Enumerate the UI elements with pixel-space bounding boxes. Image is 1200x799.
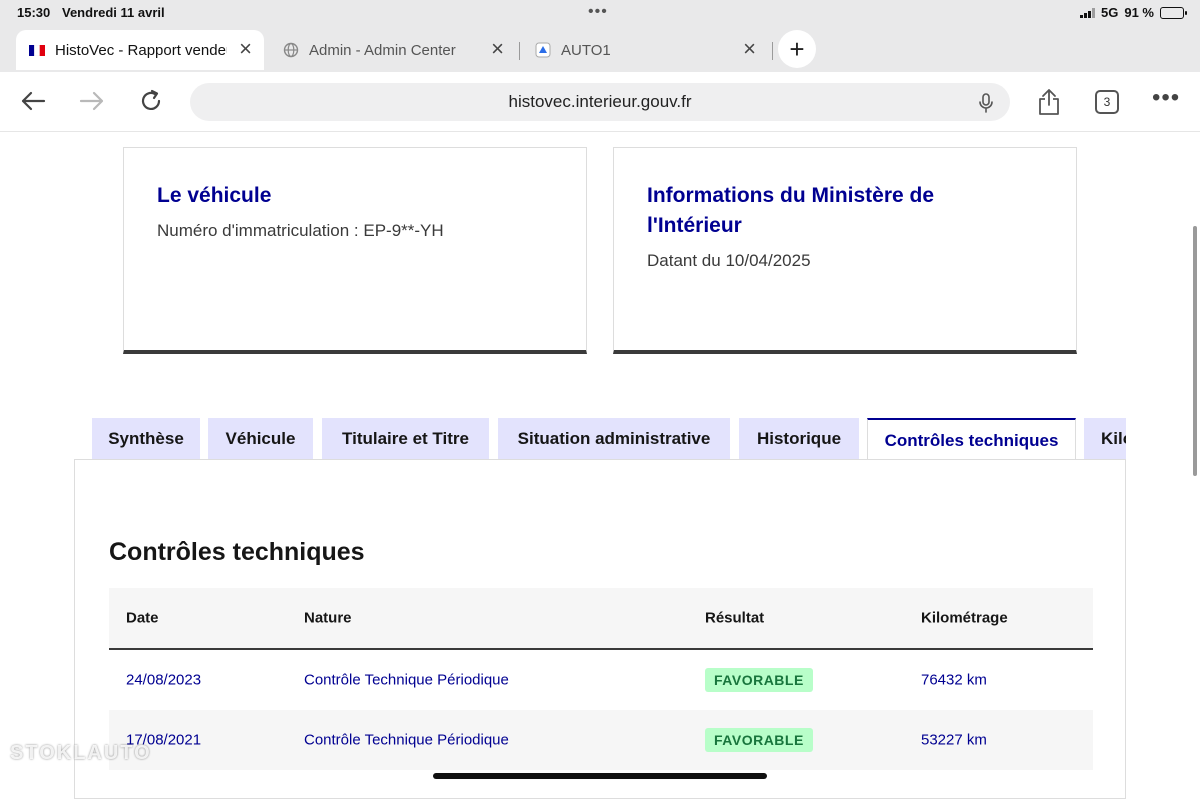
- tab-titulaire[interactable]: Titulaire et Titre: [322, 418, 489, 460]
- registration-number: Numéro d'immatriculation : EP-9**-YH: [157, 221, 444, 240]
- close-tab-icon[interactable]: ×: [239, 38, 252, 60]
- row-mileage: 53227 km: [921, 731, 987, 749]
- vehicle-card-title: Le véhicule: [157, 184, 272, 207]
- tab-vehicule[interactable]: Véhicule: [208, 418, 313, 460]
- ministry-card-title-line1: Informations du Ministère de: [647, 184, 935, 207]
- reload-icon: [141, 89, 161, 110]
- globe-icon: [282, 41, 300, 59]
- ministry-card: Informations du Ministère de l'Intérieur…: [613, 147, 1077, 354]
- header-result: Résultat: [705, 609, 765, 627]
- tab-kilometrage[interactable]: Kilo: [1084, 418, 1126, 460]
- browser-tab-title: Admin - Admin Center: [309, 41, 456, 59]
- tab-historique[interactable]: Historique: [739, 418, 859, 460]
- table-row: 24/08/2023 Contrôle Technique Périodique…: [109, 650, 1093, 710]
- header-date: Date: [126, 609, 159, 627]
- battery-label: 91 %: [1124, 5, 1154, 20]
- close-tab-icon[interactable]: ×: [491, 38, 504, 60]
- status-bar: 15:30 Vendredi 11 avril ••• 5G 91 %: [0, 0, 1200, 26]
- address-bar[interactable]: histovec.interieur.gouv.fr: [190, 83, 1010, 121]
- tab-synthese[interactable]: Synthèse: [92, 418, 200, 460]
- header-mileage: Kilométrage: [921, 609, 1008, 627]
- watermark: STOKLAUTO: [10, 742, 152, 764]
- browser-tab-auto1[interactable]: AUTO1 ×: [522, 30, 768, 70]
- close-tab-icon[interactable]: ×: [743, 38, 756, 60]
- browser-tab-strip: HistoVec - Rapport vendeur × Admin - Adm…: [0, 26, 1200, 72]
- ministry-card-title-line2: l'Intérieur: [647, 214, 742, 237]
- share-button[interactable]: [1037, 88, 1061, 121]
- arrow-right-icon: [79, 91, 104, 111]
- battery-icon: [1160, 6, 1187, 19]
- status-time: 15:30: [17, 5, 51, 20]
- signal-icon: [1080, 7, 1096, 18]
- browser-tab-admin[interactable]: Admin - Admin Center ×: [270, 30, 516, 70]
- row-mileage: 76432 km: [921, 671, 987, 689]
- vehicle-card: Le véhicule Numéro d'immatriculation : E…: [123, 147, 587, 354]
- tab-situation-administrative[interactable]: Situation administrative: [498, 418, 730, 460]
- tab-separator: [772, 42, 773, 60]
- reload-button[interactable]: [136, 86, 166, 116]
- inspections-table: Date Nature Résultat Kilométrage 24/08/2…: [109, 588, 1093, 770]
- browser-tab-title: AUTO1: [561, 41, 611, 59]
- browser-toolbar: histovec.interieur.gouv.fr 3 •••: [0, 72, 1200, 132]
- page-scrollbar[interactable]: [1193, 226, 1197, 476]
- browser-tab-title: HistoVec - Rapport vendeur: [55, 41, 227, 59]
- result-badge: FAVORABLE: [705, 668, 813, 692]
- share-icon: [1039, 89, 1059, 115]
- french-flag-icon: [28, 41, 46, 59]
- table-header: Date Nature Résultat Kilométrage: [109, 588, 1093, 650]
- report-date: Datant du 10/04/2025: [647, 251, 811, 270]
- tab-panel: Contrôles techniques Date Nature Résulta…: [74, 459, 1126, 799]
- arrow-left-icon: [21, 91, 46, 111]
- tab-separator: [519, 42, 520, 60]
- back-button[interactable]: [18, 86, 48, 116]
- microphone-icon[interactable]: [978, 92, 994, 119]
- tab-controles-techniques[interactable]: Contrôles techniques: [867, 418, 1076, 460]
- tab-switcher-button[interactable]: 3: [1095, 90, 1119, 114]
- multitask-dots-icon[interactable]: •••: [588, 3, 608, 21]
- forward-button[interactable]: [77, 86, 107, 116]
- auto1-icon: [534, 41, 552, 59]
- status-right: 5G 91 %: [1080, 5, 1187, 20]
- browser-tab-histovec[interactable]: HistoVec - Rapport vendeur ×: [16, 30, 264, 70]
- more-menu-icon[interactable]: •••: [1152, 84, 1180, 112]
- home-indicator[interactable]: [433, 773, 767, 779]
- table-row: 17/08/2021 Contrôle Technique Périodique…: [109, 710, 1093, 770]
- network-label: 5G: [1101, 5, 1119, 20]
- row-date: 24/08/2023: [126, 671, 202, 689]
- address-bar-url: histovec.interieur.gouv.fr: [508, 92, 692, 111]
- section-title: Contrôles techniques: [109, 538, 365, 566]
- result-badge: FAVORABLE: [705, 728, 813, 752]
- row-nature: Contrôle Technique Périodique: [304, 731, 509, 749]
- row-nature: Contrôle Technique Périodique: [304, 671, 509, 689]
- status-date: Vendredi 11 avril: [62, 5, 165, 20]
- header-nature: Nature: [304, 609, 352, 627]
- report-tabs: Synthèse Véhicule Titulaire et Titre Sit…: [90, 418, 1126, 460]
- new-tab-button[interactable]: +: [778, 30, 816, 68]
